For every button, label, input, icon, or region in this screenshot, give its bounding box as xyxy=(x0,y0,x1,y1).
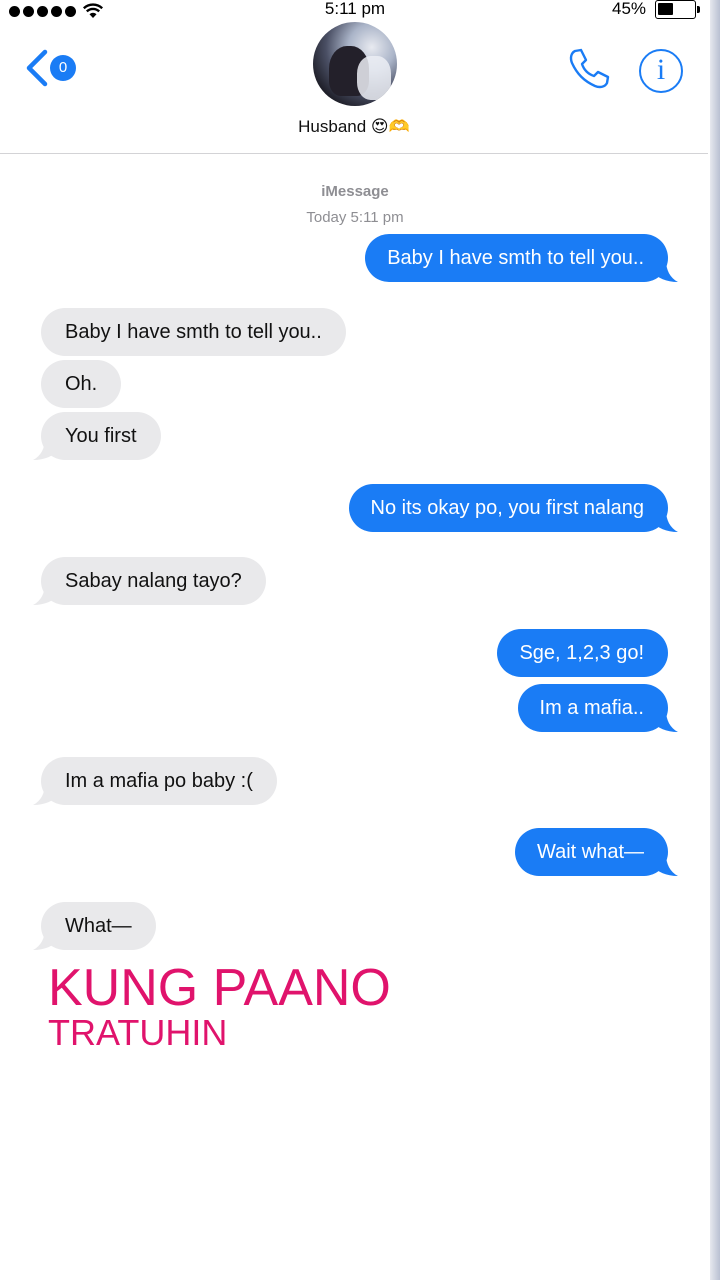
status-time: 5:11 pm xyxy=(324,0,386,18)
battery-icon xyxy=(655,0,700,19)
overlay-caption-subtitle: TRATUHIN xyxy=(48,1012,228,1053)
message-text: Sabay nalang tayo? xyxy=(65,570,242,592)
overlay-caption-title: KUNG PAANO xyxy=(48,959,391,1017)
call-button[interactable] xyxy=(566,46,612,92)
message-text: You first xyxy=(65,425,137,447)
message-text: No its okay po, you first nalang xyxy=(370,497,644,519)
message-text: Im a mafia po baby :( xyxy=(65,770,253,792)
back-chevron-icon xyxy=(26,49,48,87)
battery-percentage: 45% xyxy=(612,0,647,18)
message-bubble-received[interactable]: You first xyxy=(33,412,161,460)
status-bar: 5:11 pm 45% xyxy=(0,0,710,22)
message-bubble-received[interactable]: What— xyxy=(33,902,156,950)
info-icon: i xyxy=(656,53,666,86)
contact-name[interactable]: Husband 😍🫶 xyxy=(0,117,708,137)
message-text: Baby I have smth to tell you.. xyxy=(387,247,644,269)
message-bubble-sent[interactable]: Im a mafia.. xyxy=(517,684,678,732)
message-bubble-sent[interactable]: Sge, 1,2,3 go! xyxy=(497,629,668,677)
message-text: Wait what— xyxy=(536,841,644,863)
message-text: Im a mafia.. xyxy=(539,697,644,719)
message-text: Sge, 1,2,3 go! xyxy=(519,642,644,664)
message-bubble-sent[interactable]: Baby I have smth to tell you.. xyxy=(365,234,678,282)
unread-count-badge: 0 xyxy=(50,55,76,81)
message-bubble-received[interactable]: Sabay nalang tayo? xyxy=(33,557,266,605)
message-bubble-sent[interactable]: No its okay po, you first nalang xyxy=(348,484,678,532)
message-text: Oh. xyxy=(65,373,98,395)
message-text: Baby I have smth to tell you.. xyxy=(65,321,322,343)
message-text: What— xyxy=(65,915,132,937)
message-bubble-received[interactable]: Baby I have smth to tell you.. xyxy=(41,308,346,356)
message-bubble-sent[interactable]: Wait what— xyxy=(514,828,678,876)
conversation-header: 0 Husband 😍🫶 i xyxy=(0,22,708,154)
screen-edge xyxy=(710,0,720,1280)
message-bubble-received[interactable]: Oh. xyxy=(41,360,122,408)
back-button[interactable]: 0 xyxy=(24,48,82,88)
service-label: iMessage xyxy=(321,183,389,200)
phone-icon xyxy=(569,48,610,89)
contact-avatar[interactable] xyxy=(313,22,397,106)
thread-timestamp: Today 5:11 pm xyxy=(306,209,404,226)
info-button[interactable]: i xyxy=(639,49,683,93)
message-bubble-received[interactable]: Im a mafia po baby :( xyxy=(33,757,277,805)
